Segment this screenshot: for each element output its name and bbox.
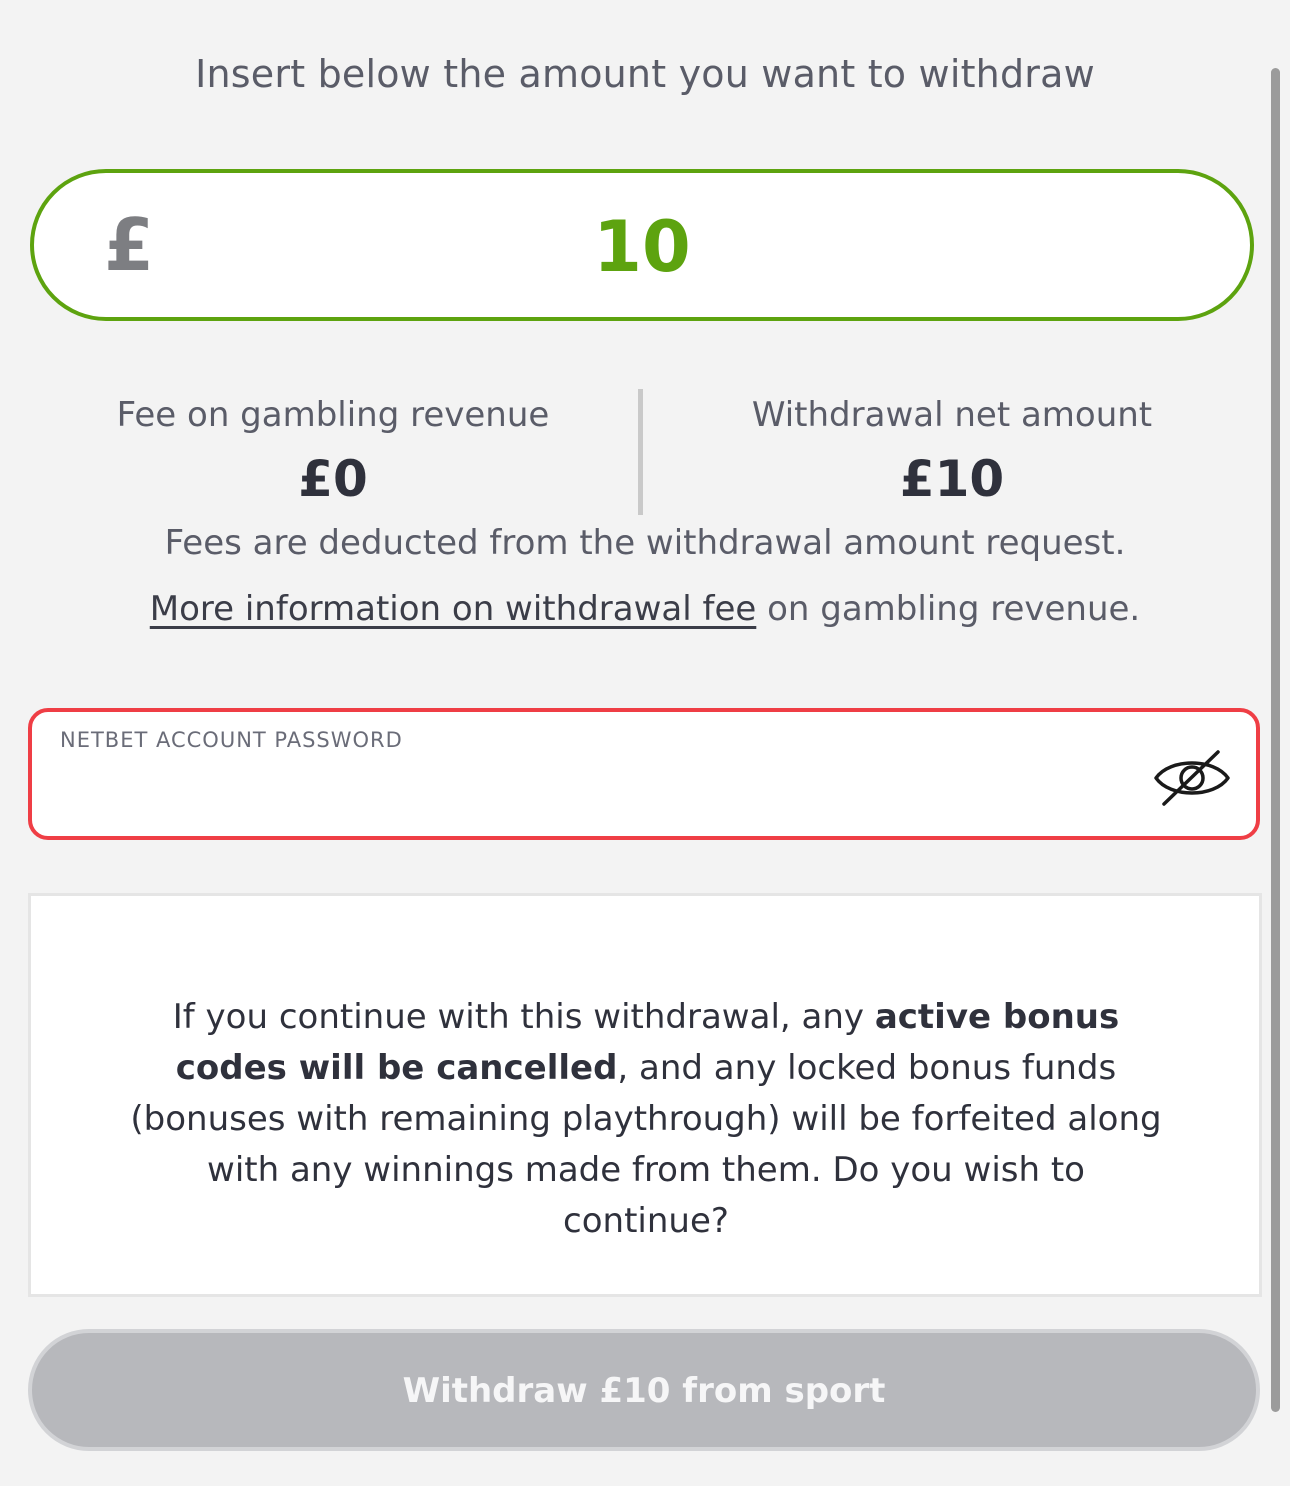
- amount-value[interactable]: 10: [34, 207, 1250, 287]
- net-amount-value: £10: [899, 450, 1005, 508]
- password-field[interactable]: NETBET ACCOUNT PASSWORD: [28, 708, 1260, 840]
- warning-text-part1: If you continue with this withdrawal, an…: [172, 997, 875, 1037]
- fee-divider: [638, 389, 643, 515]
- withdraw-button[interactable]: Withdraw £10 from sport: [28, 1329, 1260, 1451]
- fee-value: £0: [298, 450, 368, 508]
- fee-label: Fee on gambling revenue: [116, 395, 550, 435]
- page-title: Insert below the amount you want to with…: [195, 52, 1095, 96]
- bonus-warning-box: If you continue with this withdrawal, an…: [28, 893, 1262, 1297]
- bonus-warning-text: If you continue with this withdrawal, an…: [121, 992, 1171, 1247]
- password-label: NETBET ACCOUNT PASSWORD: [60, 728, 403, 752]
- fees-note: Fees are deducted from the withdrawal am…: [164, 523, 1126, 563]
- eye-off-icon[interactable]: [1152, 746, 1232, 810]
- amount-input[interactable]: £ 10: [30, 169, 1254, 321]
- scrollbar[interactable]: [1271, 68, 1280, 1412]
- more-info-suffix: on gambling revenue.: [756, 589, 1141, 629]
- more-info-text: More information on withdrawal fee on ga…: [0, 586, 1290, 632]
- password-input[interactable]: [60, 764, 1144, 816]
- fee-section: Fee on gambling revenue £0: [30, 390, 636, 508]
- net-amount-label: Withdrawal net amount: [751, 395, 1153, 435]
- net-amount-section: Withdrawal net amount £10: [646, 390, 1258, 508]
- withdrawal-fee-info-link[interactable]: More information on withdrawal fee: [150, 589, 757, 629]
